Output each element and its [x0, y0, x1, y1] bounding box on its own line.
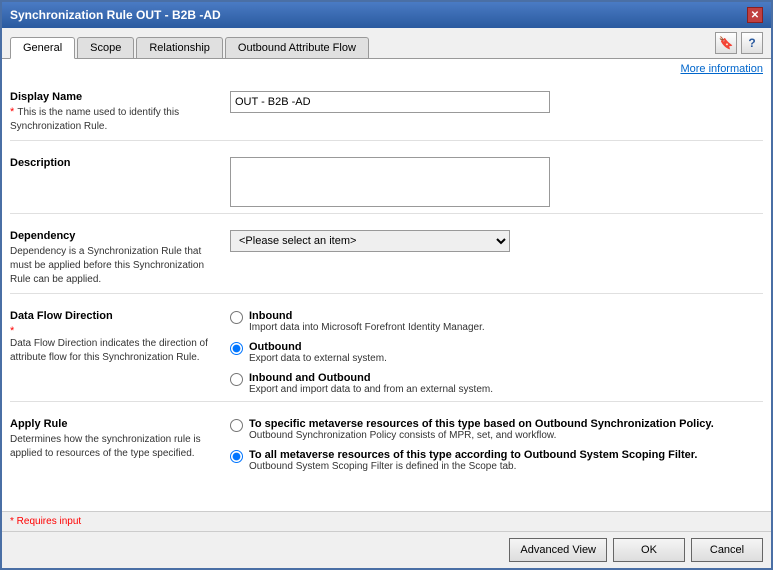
dependency-input-col: <Please select an item>: [230, 230, 763, 287]
data-flow-desc: Data Flow Direction indicates the direct…: [10, 337, 218, 365]
description-label: Description: [10, 157, 218, 169]
apply-rule-input-col: To specific metaverse resources of this …: [230, 418, 763, 472]
description-label-col: Description: [10, 157, 230, 207]
radio-inbound-desc: Import data into Microsoft Forefront Ide…: [249, 322, 485, 333]
radio-specific-input[interactable]: [230, 419, 243, 432]
radio-all-input[interactable]: [230, 450, 243, 463]
more-info-link[interactable]: More information: [2, 59, 771, 77]
data-flow-radio-group: Inbound Import data into Microsoft Foref…: [230, 310, 763, 395]
radio-inbound-input[interactable]: [230, 311, 243, 324]
radio-inbound-label: Inbound: [249, 310, 485, 322]
apply-rule-label: Apply Rule: [10, 418, 218, 430]
data-flow-label: Data Flow Direction: [10, 310, 218, 322]
radio-inbound-text: Inbound Import data into Microsoft Foref…: [249, 310, 485, 333]
dependency-label-col: Dependency Dependency is a Synchronizati…: [10, 230, 230, 287]
display-name-required: *: [10, 106, 14, 118]
ok-button[interactable]: OK: [613, 538, 685, 562]
dependency-select[interactable]: <Please select an item>: [230, 230, 510, 252]
radio-outbound-input[interactable]: [230, 342, 243, 355]
title-bar: Synchronization Rule OUT - B2B -AD ✕: [2, 2, 771, 28]
radio-all: To all metaverse resources of this type …: [230, 449, 763, 472]
advanced-view-button[interactable]: Advanced View: [509, 538, 607, 562]
radio-both: Inbound and Outbound Export and import d…: [230, 372, 763, 395]
tab-scope[interactable]: Scope: [77, 37, 134, 58]
apply-rule-radio-group: To specific metaverse resources of this …: [230, 418, 763, 472]
radio-specific-label: To specific metaverse resources of this …: [249, 418, 714, 430]
main-window: Synchronization Rule OUT - B2B -AD ✕ Gen…: [0, 0, 773, 570]
display-name-label-col: Display Name * This is the name used to …: [10, 91, 230, 134]
apply-rule-desc: Determines how the synchronization rule …: [10, 433, 218, 461]
toolbar-right: 🔖 ?: [715, 32, 763, 54]
display-name-desc: This is the name used to identify this S…: [10, 107, 179, 132]
radio-outbound-desc: Export data to external system.: [249, 353, 387, 364]
data-flow-input-col: Inbound Import data into Microsoft Foref…: [230, 310, 763, 395]
description-row: Description: [10, 151, 763, 214]
requires-input-text: * Requires input: [10, 516, 81, 527]
radio-all-desc: Outbound System Scoping Filter is define…: [249, 461, 697, 472]
cancel-button[interactable]: Cancel: [691, 538, 763, 562]
radio-outbound-text: Outbound Export data to external system.: [249, 341, 387, 364]
radio-specific: To specific metaverse resources of this …: [230, 418, 763, 441]
tabs-left: General Scope Relationship Outbound Attr…: [2, 37, 369, 58]
dependency-label: Dependency: [10, 230, 218, 242]
radio-specific-desc: Outbound Synchronization Policy consists…: [249, 430, 714, 441]
data-flow-required: *: [10, 325, 14, 337]
close-button[interactable]: ✕: [747, 7, 763, 23]
bottom-bar: Advanced View OK Cancel: [2, 531, 771, 568]
dependency-select-wrapper: <Please select an item>: [230, 230, 763, 252]
display-name-input-col: [230, 91, 763, 134]
tab-general[interactable]: General: [10, 37, 75, 59]
apply-rule-row: Apply Rule Determines how the synchroniz…: [10, 412, 763, 478]
radio-both-text: Inbound and Outbound Export and import d…: [249, 372, 493, 395]
display-name-label: Display Name: [10, 91, 218, 103]
radio-all-text: To all metaverse resources of this type …: [249, 449, 697, 472]
description-input-col: [230, 157, 763, 207]
form-content: Display Name * This is the name used to …: [2, 77, 771, 511]
radio-inbound: Inbound Import data into Microsoft Foref…: [230, 310, 763, 333]
bookmark-button[interactable]: 🔖: [715, 32, 737, 54]
data-flow-row: Data Flow Direction * Data Flow Directio…: [10, 304, 763, 402]
display-name-input[interactable]: [230, 91, 550, 113]
dependency-row: Dependency Dependency is a Synchronizati…: [10, 224, 763, 294]
apply-rule-label-col: Apply Rule Determines how the synchroniz…: [10, 418, 230, 472]
data-flow-label-col: Data Flow Direction * Data Flow Directio…: [10, 310, 230, 395]
help-button[interactable]: ?: [741, 32, 763, 54]
radio-both-input[interactable]: [230, 373, 243, 386]
radio-specific-text: To specific metaverse resources of this …: [249, 418, 714, 441]
footer-note: * Requires input: [2, 511, 771, 531]
display-name-row: Display Name * This is the name used to …: [10, 85, 763, 141]
tab-outbound[interactable]: Outbound Attribute Flow: [225, 37, 369, 58]
radio-both-label: Inbound and Outbound: [249, 372, 493, 384]
tab-relationship[interactable]: Relationship: [136, 37, 223, 58]
radio-all-label: To all metaverse resources of this type …: [249, 449, 697, 461]
radio-outbound: Outbound Export data to external system.: [230, 341, 763, 364]
dependency-desc: Dependency is a Synchronization Rule tha…: [10, 245, 218, 287]
radio-both-desc: Export and import data to and from an ex…: [249, 384, 493, 395]
radio-outbound-label: Outbound: [249, 341, 387, 353]
description-textarea[interactable]: [230, 157, 550, 207]
tab-bar: General Scope Relationship Outbound Attr…: [2, 28, 771, 59]
window-title: Synchronization Rule OUT - B2B -AD: [10, 8, 221, 22]
